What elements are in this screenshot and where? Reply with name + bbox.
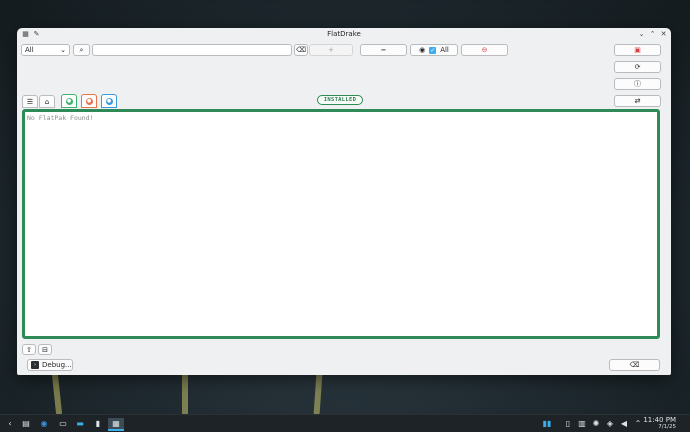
red-status-icon: ● xyxy=(85,97,93,105)
wallpaper-cable xyxy=(313,371,323,417)
filter-select-value: All xyxy=(25,46,34,54)
flatpak-list[interactable]: No FlatPak Found! xyxy=(22,109,660,339)
blue-status-icon: ● xyxy=(105,97,113,105)
clear-search-button[interactable]: ⌫ xyxy=(294,44,308,56)
clipboard-icon[interactable]: ▯ xyxy=(564,418,572,429)
files-icon[interactable]: ▤ xyxy=(21,418,31,429)
chevron-down-icon[interactable]: ⌄ xyxy=(637,30,646,39)
tray-expand-icon[interactable]: ⌃ xyxy=(634,418,642,429)
package-icon: ⌂ xyxy=(44,97,50,106)
status-badge: INSTALLED xyxy=(317,95,363,105)
volume-icon[interactable]: ◀ xyxy=(620,418,628,429)
refresh-icon: ⟳ xyxy=(634,63,641,71)
upload-button[interactable]: ⇧ xyxy=(22,344,36,355)
all-checkbox[interactable]: ✓ xyxy=(429,46,437,54)
sliders-icon: ⇄ xyxy=(634,97,641,105)
browser-icon[interactable]: ◉ xyxy=(39,418,49,429)
flatdrake-task-icon[interactable]: ▦ xyxy=(108,418,124,431)
clean-button[interactable]: ⌫ xyxy=(609,359,660,371)
trash-icon: ⊖ xyxy=(481,46,488,54)
debug-button-label: Debug... xyxy=(42,361,72,369)
tab-list-view[interactable]: ☰ xyxy=(22,95,38,108)
tab-green[interactable]: ● xyxy=(61,94,77,108)
search-button[interactable]: ⌕ xyxy=(73,44,90,56)
empty-message: No FlatPak Found! xyxy=(27,114,94,122)
terminal-icon[interactable]: ▭ xyxy=(58,418,68,429)
uninstall-button[interactable]: ⊖ xyxy=(461,44,508,56)
wallpaper-cable xyxy=(182,372,188,416)
clock-time: 11:40 PM xyxy=(643,416,676,424)
user-icon: ◉ xyxy=(419,46,426,54)
remove-button[interactable]: − xyxy=(360,44,407,56)
tab-red[interactable]: ● xyxy=(81,94,97,108)
window-title: FlatDrake xyxy=(327,30,361,38)
remote-button[interactable]: ⊟ xyxy=(38,344,52,355)
refresh-button[interactable]: ⟳ xyxy=(614,61,661,73)
info-button[interactable]: ⓘ xyxy=(614,78,661,90)
broom-icon: ⌫ xyxy=(629,361,640,369)
maximize-icon[interactable]: ⌃ xyxy=(648,30,657,39)
tab-app-view[interactable]: ⌂ xyxy=(39,95,55,108)
app-window: ▦ ✎ FlatDrake ⌄ ⌃ ✕ All ⌄ ⌕ ⌫ + − ◉ ✓ Al… xyxy=(17,28,671,375)
console-icon[interactable]: ▮ xyxy=(93,418,103,429)
app-launcher-icon[interactable]: ‹ xyxy=(5,418,15,429)
clock[interactable]: 11:40 PM 7/1/25 xyxy=(643,417,676,430)
calendar-icon: ▣ xyxy=(634,46,641,54)
wallpaper-cable xyxy=(51,371,63,417)
clock-date: 7/1/25 xyxy=(658,423,676,430)
calendar-button[interactable]: ▣ xyxy=(614,44,661,56)
title-bar: ▦ ✎ FlatDrake ⌄ ⌃ ✕ xyxy=(17,28,671,41)
filter-select[interactable]: All ⌄ xyxy=(21,44,70,56)
close-icon[interactable]: ✕ xyxy=(659,30,668,39)
green-status-icon: ● xyxy=(65,97,73,105)
settings-button[interactable]: ⇄ xyxy=(614,95,661,107)
network-icon[interactable]: ◈ xyxy=(606,418,614,429)
all-checkbox-label: All xyxy=(440,46,449,54)
chevron-down-icon: ⌄ xyxy=(60,46,66,54)
debug-button[interactable]: › Debug... xyxy=(27,359,73,371)
pager-icon[interactable]: ▮▮ xyxy=(538,418,556,429)
search-input[interactable] xyxy=(92,44,292,56)
add-button[interactable]: + xyxy=(309,44,353,56)
storage-icon[interactable]: ▥ xyxy=(578,418,586,429)
tab-blue[interactable]: ● xyxy=(101,94,117,108)
taskbar: ‹ ▤ ◉ ▭ ▬ ▮ ▦ ▮▮ ▯ ▥ ✺ ◈ ◀ ⌃ 11:40 PM 7/… xyxy=(0,414,690,432)
terminal-icon: › xyxy=(31,361,39,369)
all-toggle-group: ◉ ✓ All xyxy=(410,44,458,56)
add-button-label: + xyxy=(328,46,334,54)
remote-icon: ⊟ xyxy=(42,345,48,354)
brightness-icon[interactable]: ✺ xyxy=(592,418,600,429)
folder-icon[interactable]: ▬ xyxy=(75,418,85,429)
search-icon: ⌕ xyxy=(79,45,84,54)
list-icon: ☰ xyxy=(26,97,34,106)
info-icon: ⓘ xyxy=(634,80,641,88)
remove-button-label: − xyxy=(380,46,387,54)
broom-icon: ⌫ xyxy=(296,46,306,54)
upload-icon: ⇧ xyxy=(26,345,32,354)
